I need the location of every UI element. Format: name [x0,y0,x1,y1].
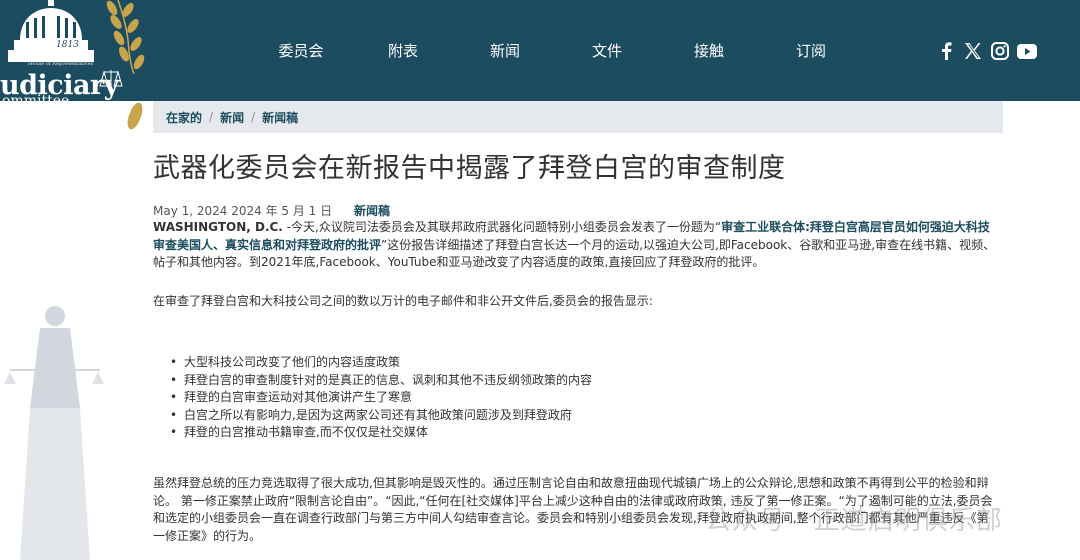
statue-watermark-graphic [4,306,104,560]
article-paragraph: 在审查了拜登白宫和大科技公司之间的数以万计的电子邮件和非公开文件后,委员会的报告… [153,294,653,308]
nav-item-documents[interactable]: 文件 [556,38,658,64]
list-item: 白宫之所以有影响力,是因为这两家公司还有其他政策问题涉及到拜登政府 [170,407,970,425]
social-links [933,40,1041,62]
list-item: 拜登的白宫推动书籍审查,而不仅仅是社交媒体 [170,424,970,442]
paragraph-text: -今天,众议院司法委员会及其联邦政府武器化问题特别小组委员会发表了一份题为“ [282,220,722,234]
nav-item-subscribe[interactable]: 订阅 [760,38,862,64]
article-category-link[interactable]: 新闻稿 [354,204,390,218]
logo-year: 1813 [56,40,79,50]
nav-item-committee[interactable]: 委员会 [250,38,352,64]
instagram-icon[interactable] [987,40,1013,62]
breadcrumb: 在家的 / 新闻 / 新闻稿 [153,101,1003,133]
nav-item-contact[interactable]: 接触 [658,38,760,64]
page-title: 武器化委员会在新报告中揭露了拜登白宫的审查制度 [153,153,786,184]
laurel-leaf-icon [127,102,143,130]
nav-item-schedule[interactable]: 附表 [352,38,454,64]
article-paragraph: WASHINGTON, D.C. -今天,众议院司法委员会及其联邦政府武器化问题… [153,219,998,272]
breadcrumb-separator: / [209,110,214,124]
main-nav: 委员会 附表 新闻 文件 接触 订阅 [250,38,862,64]
facebook-icon[interactable] [933,40,959,62]
breadcrumb-news[interactable]: 新闻 [220,109,244,126]
wechat-watermark: 公众号 · 正道启明俱乐部 [705,506,1003,536]
site-header: 1813 House of Representatives udiciary o… [0,0,1080,101]
committee-logo[interactable]: 1813 House of Representatives udiciary o… [0,0,150,101]
breadcrumb-home[interactable]: 在家的 [166,109,202,126]
article-meta: May 1, 2024 2024 年 5 月 1 日 新闻稿 [153,202,390,219]
breadcrumb-press-release[interactable]: 新闻稿 [262,109,298,126]
list-item: 大型科技公司改变了他们的内容适度政策 [170,354,970,372]
article-date: May 1, 2024 2024 年 5 月 1 日 [153,204,333,218]
nav-item-news[interactable]: 新闻 [454,38,556,64]
breadcrumb-separator: / [251,110,256,124]
findings-list: 大型科技公司改变了他们的内容适度政策 拜登白宫的审查制度针对的是真正的信息、讽刺… [170,354,970,442]
x-icon[interactable] [960,40,986,62]
youtube-icon[interactable] [1014,40,1040,62]
logo-sub-text: ommittee [2,94,69,101]
list-item: 拜登白宫的审查制度针对的是真正的信息、讽刺和其他不违反纲领政策的内容 [170,372,970,390]
logo-small-text: House of Representatives [28,61,94,67]
list-item: 拜登的白宫审查运动对其他演讲产生了寒意 [170,389,970,407]
article-dateline: WASHINGTON, D.C. [153,220,283,234]
